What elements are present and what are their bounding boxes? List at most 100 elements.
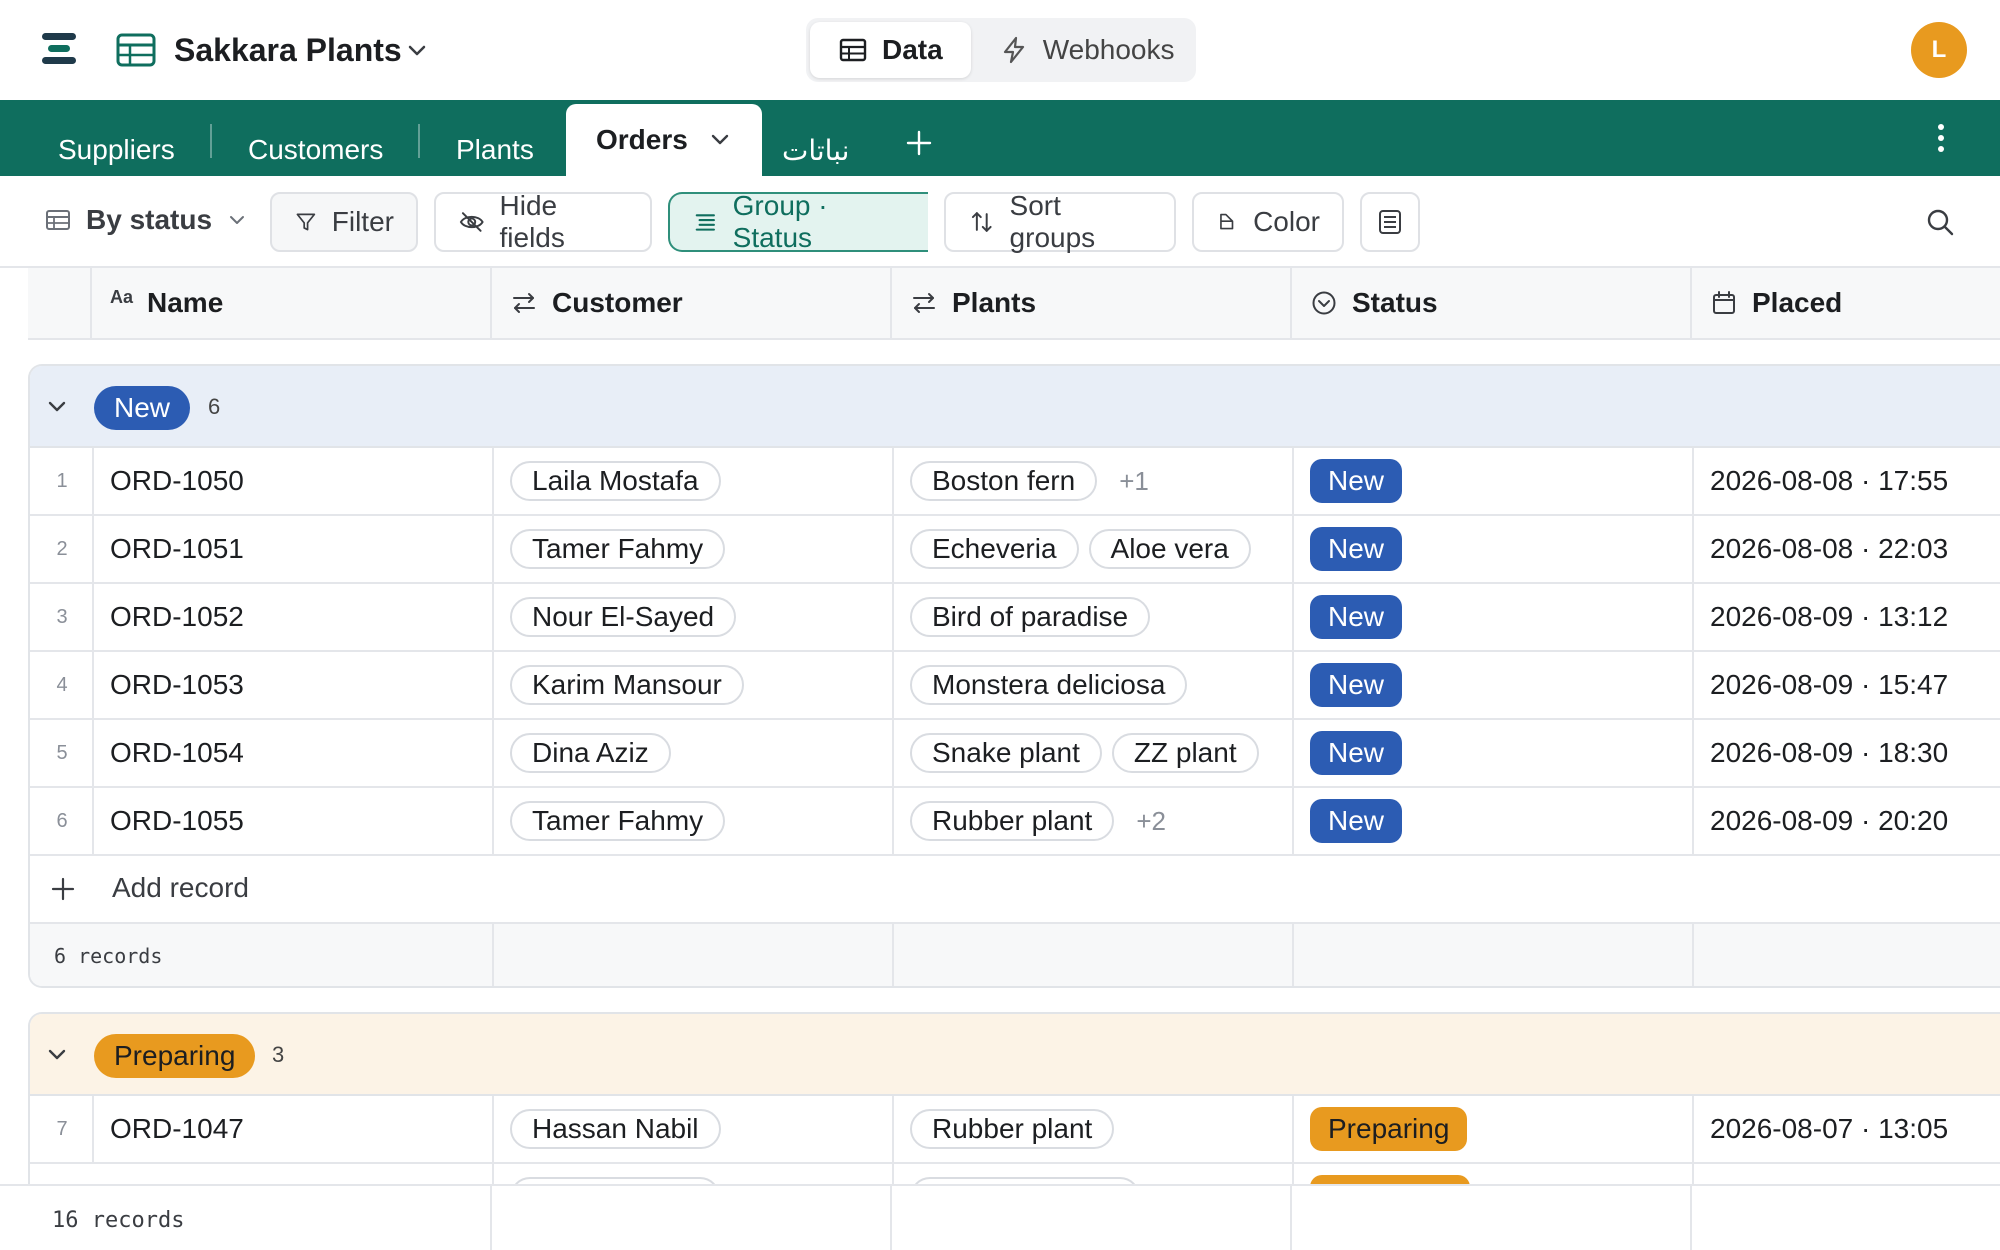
user-avatar[interactable]: L [1911,22,1967,78]
cell-placed[interactable]: 2026-08-09 · 15:47 [1692,652,2000,718]
chevron-down-icon[interactable] [44,1042,70,1068]
filter-label: Filter [331,206,394,237]
link-arrows-icon [913,293,935,313]
tab-orders[interactable]: Orders [566,104,762,176]
view-selector[interactable]: By status [44,204,248,236]
cell-status[interactable]: New [1292,584,1692,650]
table-row[interactable]: 7 ORD-1047 Hassan Nabil Rubber plant Pre… [30,1096,2000,1164]
row-number: 2 [56,537,68,560]
chevron-down-icon[interactable] [44,394,70,420]
row-number: 1 [56,469,68,492]
cell-plants[interactable]: Echeveria Aloe vera [892,516,1292,582]
group-button[interactable]: Group · Status [668,192,928,252]
table-row[interactable]: 5 ORD-1054 Dina Aziz Snake plant ZZ plant… [30,720,2000,788]
column-header-customer[interactable]: Customer [490,268,890,338]
cell-plants[interactable]: Snake plant ZZ plant [892,720,1292,786]
tab-plants[interactable]: Plants [456,124,534,176]
cell-customer[interactable]: Laila Mostafa [492,448,892,514]
plant-chip[interactable]: Monstera deliciosa [910,665,1188,705]
mode-webhooks-button[interactable]: Webhooks [971,22,1203,78]
status-badge: New [1310,595,1403,639]
table-row[interactable]: 1 ORD-1050 Laila Mostafa Boston fern +1 N… [30,448,2000,516]
cell-status[interactable]: New [1292,516,1692,582]
customer-chip[interactable]: Tamer Fahmy [510,529,726,569]
table-row[interactable]: 6 ORD-1055 Tamer Fahmy Rubber plant +2 Ne… [30,788,2000,856]
cell-status[interactable]: New [1292,788,1692,854]
customer-chip[interactable]: Nour El-Sayed [510,597,737,637]
cell-placed[interactable]: 2026-08-08 · 17:55 [1692,448,2000,514]
column-header-placed[interactable]: Placed [1690,268,2000,338]
color-button[interactable]: Color [1192,192,1344,252]
row-height-button[interactable] [1360,192,1420,252]
tab-suppliers[interactable]: Suppliers [58,124,175,176]
column-label: Placed [1752,287,1843,318]
column-header-plants[interactable]: Plants [890,268,1290,338]
mode-data-label: Data [882,34,943,65]
customer-chip[interactable]: Laila Mostafa [510,461,721,501]
cell-plants[interactable]: Monstera deliciosa [892,652,1292,718]
column-header-name[interactable]: Aa Name [90,268,490,338]
table-row[interactable]: 2 ORD-1051 Tamer Fahmy Echeveria Aloe ver… [30,516,2000,584]
cell-plants[interactable]: Bird of paradise [892,584,1292,650]
table-row[interactable]: 3 ORD-1052 Nour El-Sayed Bird of paradis… [30,584,2000,652]
plant-chip[interactable]: Boston fern [910,461,1098,501]
sort-groups-button[interactable]: Sort groups [944,190,1176,253]
mode-data-button[interactable]: Data [810,22,971,78]
cell-status[interactable]: New [1292,720,1692,786]
cell-customer[interactable]: Nour El-Sayed [492,584,892,650]
cell-placed[interactable]: 2026-08-09 · 13:12 [1692,584,2000,650]
cell-name[interactable]: ORD-1054 [92,720,492,786]
tab-customers[interactable]: Customers [248,124,383,176]
tab-arabic-plants[interactable]: نباتات [782,124,849,176]
plant-chip[interactable]: Snake plant [910,733,1102,773]
plant-chip[interactable]: Bird of paradise [910,597,1151,637]
more-vertical-icon[interactable] [1930,120,1952,156]
plant-chip[interactable]: Rubber plant [910,1109,1115,1149]
cell-status[interactable]: Preparing [1292,1096,1692,1162]
cell-placed[interactable]: 2026-08-08 · 22:03 [1692,516,2000,582]
cell-name[interactable]: ORD-1052 [92,584,492,650]
table-row[interactable]: 4 ORD-1053 Karim Mansour Monstera delici… [30,652,2000,720]
cell-customer[interactable]: Dina Aziz [492,720,892,786]
base-title[interactable]: Sakkara Plants [174,28,402,72]
cell-status[interactable]: New [1292,448,1692,514]
customer-chip[interactable]: Tamer Fahmy [510,801,726,841]
cell-customer[interactable]: Tamer Fahmy [492,788,892,854]
more-count[interactable]: +1 [1119,466,1149,497]
cell-name[interactable]: ORD-1051 [92,516,492,582]
add-record-row[interactable]: Add record [30,856,2000,924]
plant-chip[interactable]: Aloe vera [1088,529,1251,569]
summary-divider [490,1186,492,1250]
cell-placed[interactable]: 2026-08-07 · 13:05 [1692,1096,2000,1162]
cell-customer[interactable]: Hassan Nabil [492,1096,892,1162]
cell-name[interactable]: ORD-1055 [92,788,492,854]
column-header-status[interactable]: Status [1290,268,1690,338]
group-status-badge: New [94,386,191,430]
plant-chip[interactable]: Echeveria [910,529,1079,569]
cell-customer[interactable]: Tamer Fahmy [492,516,892,582]
app-logo-icon[interactable] [40,30,78,68]
cell-name[interactable]: ORD-1047 [92,1096,492,1162]
chevron-down-icon[interactable] [708,128,732,152]
filter-button[interactable]: Filter [270,192,418,252]
cell-name[interactable]: ORD-1050 [92,448,492,514]
add-table-icon[interactable] [904,128,934,158]
customer-chip[interactable]: Dina Aziz [510,733,671,773]
cell-plants[interactable]: Rubber plant [892,1096,1292,1162]
cell-status[interactable]: New [1292,652,1692,718]
cell-placed[interactable]: 2026-08-09 · 20:20 [1692,788,2000,854]
cell-placed[interactable]: 2026-08-09 · 18:30 [1692,720,2000,786]
hide-fields-button[interactable]: Hide fields [434,190,652,253]
search-icon[interactable] [1924,206,1956,238]
cell-plants[interactable]: Rubber plant +2 [892,788,1292,854]
customer-chip[interactable]: Hassan Nabil [510,1109,721,1149]
customer-chip[interactable]: Karim Mansour [510,665,744,705]
cell-plants[interactable]: Boston fern +1 [892,448,1292,514]
chevron-down-icon[interactable] [404,38,430,64]
plant-chip[interactable]: Rubber plant [910,801,1115,841]
cell-customer[interactable]: Karim Mansour [492,652,892,718]
more-count[interactable]: +2 [1136,806,1166,837]
plant-chip[interactable]: ZZ plant [1111,733,1259,773]
status-badge: New [1310,799,1403,843]
cell-name[interactable]: ORD-1053 [92,652,492,718]
